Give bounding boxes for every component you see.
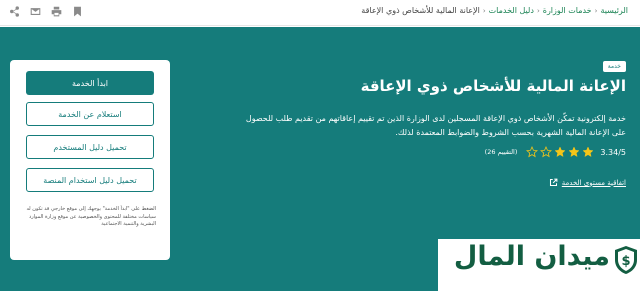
bookmark-icon[interactable]: [71, 5, 83, 17]
star-icon[interactable]: [568, 146, 580, 158]
rating-count: (التقييم 26): [484, 148, 518, 156]
top-bar: الرئيسية ‹ خدمات الوزارة ‹ دليل الخدمات …: [0, 0, 640, 26]
download-platform-guide-button[interactable]: تحميل دليل استخدام المنصة: [26, 168, 154, 192]
breadcrumb-ministry-services[interactable]: خدمات الوزارة: [543, 6, 592, 15]
shield-dollar-icon: $: [615, 246, 637, 274]
svg-text:$: $: [621, 254, 630, 269]
start-service-button[interactable]: ابدأ الخدمة: [26, 71, 154, 95]
rating-stars[interactable]: [526, 146, 594, 158]
service-description: خدمة إلكترونية تمكّن الأشخاص ذوي الإعاقة…: [245, 114, 626, 137]
star-icon[interactable]: [554, 146, 566, 158]
inquiry-button[interactable]: استعلام عن الخدمة: [26, 102, 154, 126]
share-icon[interactable]: [8, 5, 20, 17]
service-tag: خدمة: [602, 61, 626, 72]
watermark-logo: ميدان المال $: [438, 239, 640, 291]
breadcrumb-separator: ‹: [482, 6, 486, 15]
service-level-agreement-label: اتفاقية مستوى الخدمة: [561, 178, 626, 187]
rating-value: 3.34/5: [600, 147, 626, 157]
breadcrumb: الرئيسية ‹ خدمات الوزارة ‹ دليل الخدمات …: [361, 6, 628, 15]
service-actions-card: ابدأ الخدمة استعلام عن الخدمة تحميل دليل…: [10, 60, 170, 260]
watermark-text: ميدان المال: [453, 241, 610, 272]
external-link-icon: [549, 178, 558, 187]
page-actions: [8, 5, 83, 17]
external-site-note: الضغط على "ابدأ الخدمة" يوجهك إلى موقع خ…: [26, 206, 156, 227]
breadcrumb-home[interactable]: الرئيسية: [600, 6, 628, 15]
service-hero: خدمة الإعانة المالية للأشخاص ذوي الإعاقة…: [0, 27, 640, 291]
service-level-agreement-link[interactable]: اتفاقية مستوى الخدمة: [549, 178, 626, 187]
breadcrumb-services-guide[interactable]: دليل الخدمات: [489, 6, 534, 15]
breadcrumb-current: الإعانة المالية للأشخاص ذوي الإعاقة: [361, 6, 480, 15]
email-icon[interactable]: [29, 5, 41, 17]
star-icon[interactable]: [540, 146, 553, 158]
breadcrumb-separator: ‹: [594, 6, 598, 15]
star-icon[interactable]: [526, 146, 539, 158]
service-rating: 3.34/5 (التقييم 26): [485, 146, 626, 158]
breadcrumb-separator: ‹: [536, 6, 540, 15]
star-icon[interactable]: [582, 146, 594, 158]
download-user-guide-button[interactable]: تحميل دليل المستخدم: [26, 135, 154, 159]
print-icon[interactable]: [50, 5, 62, 17]
service-title: الإعانة المالية للأشخاص ذوي الإعاقة: [360, 77, 626, 95]
